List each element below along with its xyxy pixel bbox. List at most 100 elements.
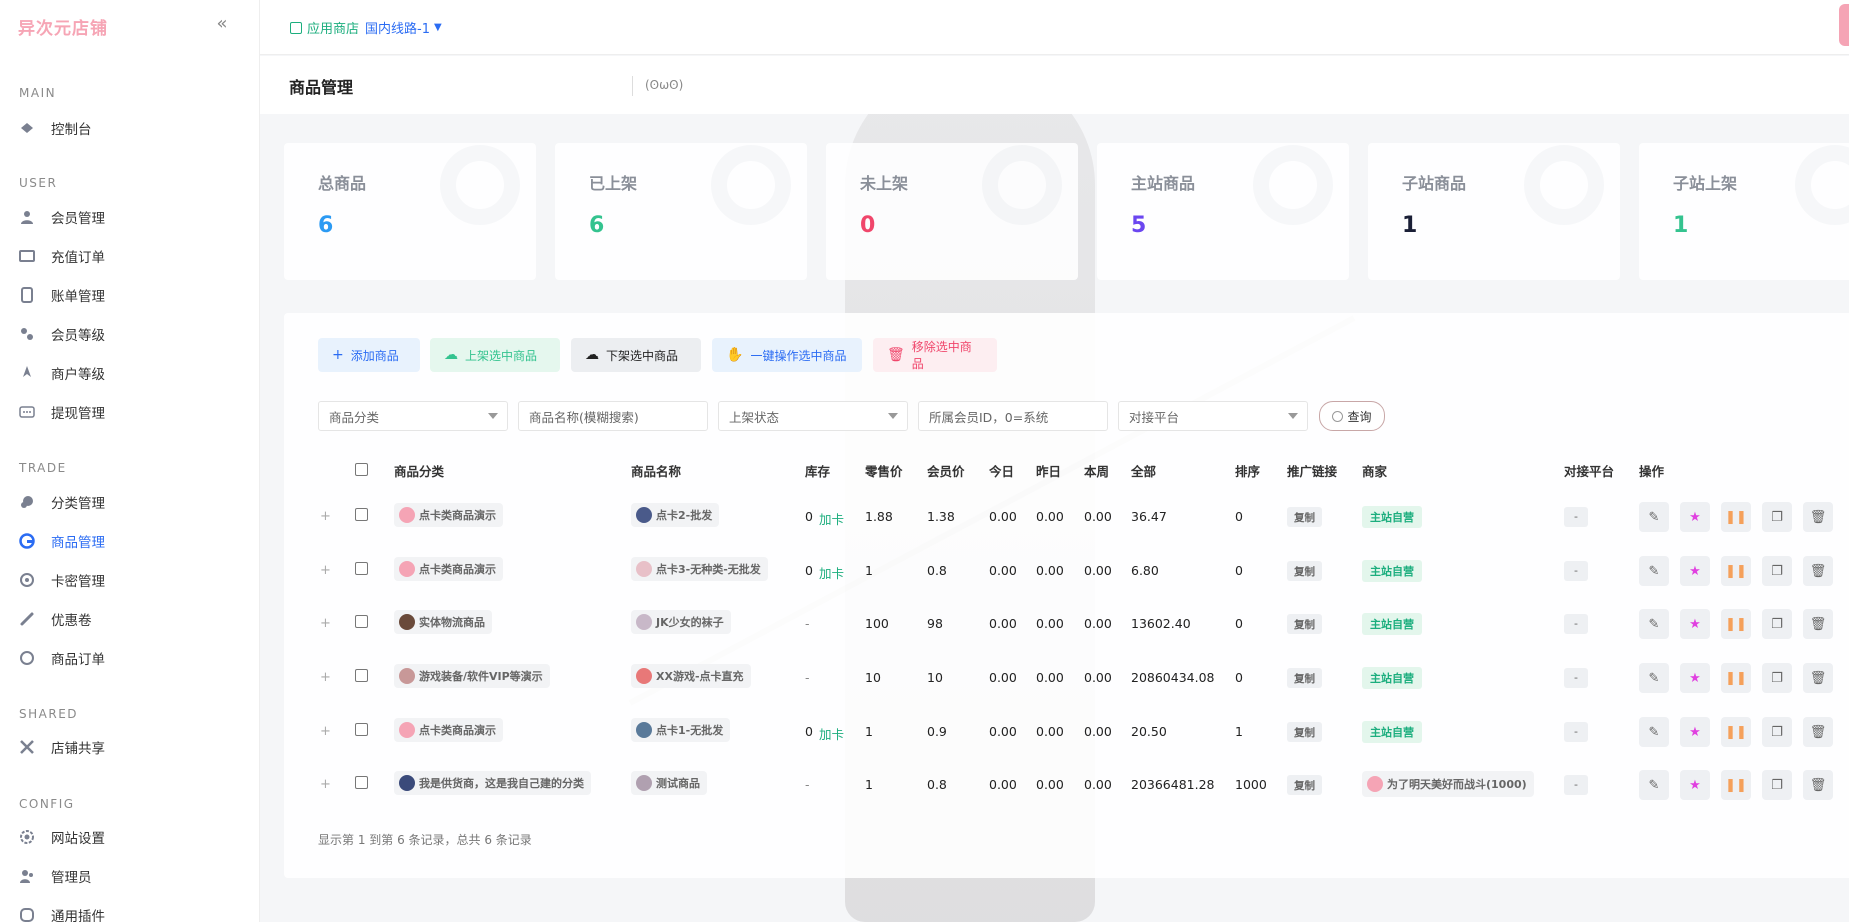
edit-icon[interactable]: ✎ <box>1639 717 1669 747</box>
user-avatar[interactable] <box>1839 4 1849 46</box>
copy-icon[interactable]: ❐ <box>1762 609 1792 639</box>
edit-icon[interactable]: ✎ <box>1639 770 1669 800</box>
sidebar-item-bills[interactable]: 账单管理 <box>19 280 241 310</box>
expand-row-icon[interactable]: + <box>320 563 331 578</box>
sidebar-item-dashboard[interactable]: 控制台 <box>19 113 241 143</box>
product-name-search-input[interactable]: 商品名称(模糊搜索) <box>518 401 708 431</box>
product-name-tag[interactable]: 点卡3-无种类-无批发 <box>631 557 768 581</box>
star-icon[interactable]: ★ <box>1680 502 1710 532</box>
sidebar-item-products[interactable]: 商品管理 <box>19 526 241 556</box>
category-tag[interactable]: 游戏装备/软件VIP等演示 <box>394 664 550 688</box>
sidebar-item-site-settings[interactable]: 网站设置 <box>19 822 241 852</box>
trash-icon[interactable]: 🗑 <box>1803 663 1833 693</box>
edit-icon[interactable]: ✎ <box>1639 609 1669 639</box>
add-product-button[interactable]: + 添加商品 <box>318 338 420 372</box>
expand-row-icon[interactable]: + <box>320 509 331 524</box>
sidebar-item-store-share[interactable]: 店铺共享 <box>19 732 241 762</box>
sidebar-item-members[interactable]: 会员管理 <box>19 202 241 232</box>
row-checkbox[interactable] <box>355 615 368 628</box>
expand-row-icon[interactable]: + <box>320 616 331 631</box>
expand-row-icon[interactable]: + <box>320 724 331 739</box>
star-icon[interactable]: ★ <box>1680 770 1710 800</box>
col-header-category[interactable]: 商品分类 <box>394 461 444 480</box>
platform-filter-select[interactable]: 对接平台 <box>1118 401 1308 431</box>
col-header-promo-link[interactable]: 推广链接 <box>1287 461 1337 480</box>
sidebar-item-coupons[interactable]: 优惠卷 <box>19 604 241 634</box>
add-card-link[interactable]: 加卡 <box>819 563 844 582</box>
remove-selected-button[interactable]: 🗑 移除选中商品 <box>873 338 997 372</box>
edit-icon[interactable]: ✎ <box>1639 502 1669 532</box>
copy-icon[interactable]: ❐ <box>1762 717 1792 747</box>
row-checkbox[interactable] <box>355 562 368 575</box>
pause-icon[interactable]: ❚❚ <box>1721 663 1751 693</box>
trash-icon[interactable]: 🗑 <box>1803 502 1833 532</box>
copy-link-button[interactable]: 复制 <box>1287 614 1322 634</box>
trash-icon[interactable]: 🗑 <box>1803 717 1833 747</box>
sidebar-item-card-keys[interactable]: 卡密管理 <box>19 565 241 595</box>
copy-icon[interactable]: ❐ <box>1762 556 1792 586</box>
member-id-input[interactable]: 所属会员ID，0=系统 <box>918 401 1108 431</box>
product-name-tag[interactable]: 点卡1-无批发 <box>631 718 731 742</box>
copy-link-button[interactable]: 复制 <box>1287 507 1322 527</box>
merchant-user-tag[interactable]: 为了明天美好而战斗(1000) <box>1362 771 1534 797</box>
star-icon[interactable]: ★ <box>1680 717 1710 747</box>
row-checkbox[interactable] <box>355 508 368 521</box>
copy-icon[interactable]: ❐ <box>1762 663 1792 693</box>
copy-icon[interactable]: ❐ <box>1762 502 1792 532</box>
col-header-week[interactable]: 本周 <box>1084 461 1109 480</box>
product-name-tag[interactable]: JK少女的袜子 <box>631 610 731 634</box>
collapse-sidebar-icon[interactable]: « <box>212 14 232 34</box>
route-select[interactable]: 国内线路-1 <box>365 18 430 37</box>
batch-operate-button[interactable]: ✋ 一键操作选中商品 <box>712 338 862 372</box>
edit-icon[interactable]: ✎ <box>1639 556 1669 586</box>
category-tag[interactable]: 点卡类商品演示 <box>394 557 503 581</box>
product-name-tag[interactable]: 点卡2-批发 <box>631 503 720 527</box>
copy-link-button[interactable]: 复制 <box>1287 561 1322 581</box>
sidebar-item-recharge-orders[interactable]: 充值订单 <box>19 241 241 271</box>
col-header-platform[interactable]: 对接平台 <box>1564 461 1614 480</box>
row-checkbox[interactable] <box>355 776 368 789</box>
add-card-link[interactable]: 加卡 <box>819 724 844 743</box>
pause-icon[interactable]: ❚❚ <box>1721 556 1751 586</box>
category-tag[interactable]: 点卡类商品演示 <box>394 503 503 527</box>
trash-icon[interactable]: 🗑 <box>1803 556 1833 586</box>
shelf-off-button[interactable]: ☁ 下架选中商品 <box>571 338 701 372</box>
sidebar-item-withdrawals[interactable]: 提现管理 <box>19 397 241 427</box>
select-all-checkbox[interactable] <box>355 463 368 476</box>
copy-link-button[interactable]: 复制 <box>1287 722 1322 742</box>
pause-icon[interactable]: ❚❚ <box>1721 717 1751 747</box>
col-header-member-price[interactable]: 会员价 <box>927 461 965 480</box>
trash-icon[interactable]: 🗑 <box>1803 770 1833 800</box>
sidebar-item-member-levels[interactable]: 会员等级 <box>19 319 241 349</box>
expand-row-icon[interactable]: + <box>320 777 331 792</box>
sidebar-item-merchant-levels[interactable]: 商户等级 <box>19 358 241 388</box>
star-icon[interactable]: ★ <box>1680 609 1710 639</box>
category-tag[interactable]: 我是供货商，这是我自己建的分类 <box>394 771 591 795</box>
expand-row-icon[interactable]: + <box>320 670 331 685</box>
product-name-tag[interactable]: 测试商品 <box>631 771 707 795</box>
sidebar-item-categories[interactable]: 分类管理 <box>19 487 241 517</box>
category-filter-select[interactable]: 商品分类 <box>318 401 508 431</box>
col-header-merchant[interactable]: 商家 <box>1362 461 1387 480</box>
category-tag[interactable]: 实体物流商品 <box>394 610 492 634</box>
product-name-tag[interactable]: XX游戏-点卡直充 <box>631 664 751 688</box>
edit-icon[interactable]: ✎ <box>1639 663 1669 693</box>
trash-icon[interactable]: 🗑 <box>1803 609 1833 639</box>
col-header-price[interactable]: 零售价 <box>865 461 903 480</box>
pause-icon[interactable]: ❚❚ <box>1721 502 1751 532</box>
col-header-total[interactable]: 全部 <box>1131 461 1156 480</box>
col-header-name[interactable]: 商品名称 <box>631 461 681 480</box>
chevron-down-icon[interactable]: ▼ <box>434 22 442 33</box>
copy-link-button[interactable]: 复制 <box>1287 668 1322 688</box>
shelf-on-button[interactable]: ☁ 上架选中商品 <box>430 338 560 372</box>
app-store-link[interactable]: 应用商店 国内线路-1 ▼ <box>290 18 442 37</box>
query-button[interactable]: 查询 <box>1319 401 1385 431</box>
sidebar-item-product-orders[interactable]: 商品订单 <box>19 643 241 673</box>
row-checkbox[interactable] <box>355 723 368 736</box>
col-header-sort[interactable]: 排序 <box>1235 461 1260 480</box>
star-icon[interactable]: ★ <box>1680 556 1710 586</box>
pause-icon[interactable]: ❚❚ <box>1721 609 1751 639</box>
row-checkbox[interactable] <box>355 669 368 682</box>
pause-icon[interactable]: ❚❚ <box>1721 770 1751 800</box>
brand-logo[interactable]: 异次元店铺 <box>18 14 108 39</box>
